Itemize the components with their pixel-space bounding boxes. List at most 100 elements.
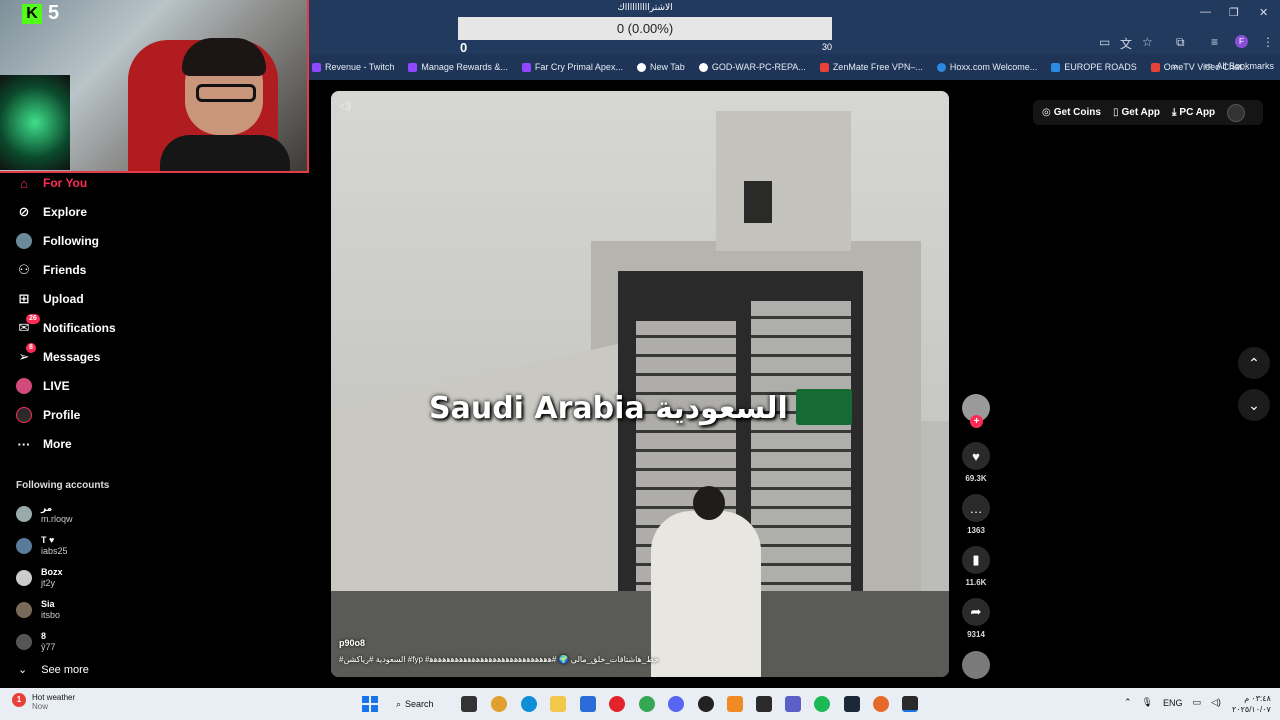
- cast-icon[interactable]: ▭: [1099, 35, 1110, 49]
- chrome-icon[interactable]: [639, 696, 655, 712]
- inbox-icon: ✉ 26: [16, 314, 40, 336]
- following-accounts-heading: Following accounts: [16, 480, 110, 491]
- get-coins-button[interactable]: ◎ Get Coins: [1042, 107, 1101, 118]
- like-count: 69.3K: [965, 474, 987, 483]
- chevron-down-icon: ⌄: [18, 664, 28, 676]
- like-button[interactable]: ♥ 69.3K: [962, 442, 990, 483]
- bookmark-item[interactable]: Far Cry Primal Apex...: [521, 62, 623, 72]
- app-icon[interactable]: [873, 696, 889, 712]
- sidebar-item-explore[interactable]: ⊘ Explore: [16, 204, 87, 220]
- bookmark-item[interactable]: New Tab: [636, 62, 685, 72]
- coin-icon: ◎: [1042, 107, 1051, 118]
- bookmark-item[interactable]: GOD-WAR-PC-REPA...: [698, 62, 806, 72]
- subscriber-goal-widget: الاشترااااااااااك 0 (0.00%) 0 30: [458, 0, 832, 56]
- video-overlay-caption: Saudi Arabia السعودية: [429, 391, 788, 426]
- epic-games-icon[interactable]: [756, 696, 772, 712]
- user-avatar[interactable]: [1227, 103, 1246, 122]
- sidebar-item-friends[interactable]: ⚇ Friends: [16, 262, 86, 278]
- chevron-up-icon[interactable]: ⌃: [1124, 697, 1132, 708]
- bookmark-item[interactable]: Manage Rewards &...: [408, 62, 508, 72]
- kick-logo: K: [22, 4, 42, 24]
- steam-icon[interactable]: [844, 696, 860, 712]
- app-icon[interactable]: [727, 696, 743, 712]
- teams-icon[interactable]: [785, 696, 801, 712]
- volume-icon[interactable]: ◁): [339, 99, 351, 112]
- following-account[interactable]: Bozx jt2y: [16, 567, 63, 589]
- spotify-icon[interactable]: [814, 696, 830, 712]
- taskbar-search[interactable]: ⌕ Search: [396, 694, 448, 714]
- volume-icon[interactable]: ◁): [1211, 697, 1221, 708]
- bookmark-item[interactable]: Revenue - Twitch: [312, 62, 394, 72]
- chevron-up-icon: ⌃: [1248, 354, 1260, 371]
- weather-widget[interactable]: 1 Hot weather Now: [12, 693, 75, 711]
- profile-icon[interactable]: F: [1235, 35, 1248, 48]
- header-actions: ◎ Get Coins ▯ Get App ⤓ PC App: [1033, 100, 1263, 125]
- following-account[interactable]: 8 ŷ77: [16, 631, 56, 653]
- hoxx-icon: [936, 62, 946, 72]
- microphone-icon[interactable]: 🎙: [1142, 697, 1153, 708]
- bookmark-item[interactable]: ZenMate Free VPN–...: [819, 62, 923, 72]
- video-person-head: [693, 486, 725, 520]
- sidebar-item-notifications[interactable]: ✉ 26 Notifications: [16, 314, 116, 336]
- video-author[interactable]: p90o8: [339, 638, 365, 648]
- store-icon[interactable]: [580, 696, 596, 712]
- goal-min: 0: [460, 40, 468, 55]
- avatar: [16, 570, 32, 586]
- see-more-button[interactable]: ⌄ See more: [18, 663, 89, 677]
- copilot-icon[interactable]: [491, 696, 507, 712]
- language-indicator[interactable]: ENG: [1163, 698, 1183, 708]
- heart-icon: ♥: [962, 442, 990, 470]
- music-disc-icon[interactable]: [962, 651, 990, 679]
- sidebar-item-for-you[interactable]: ⌂ For You: [16, 175, 87, 191]
- epic-games-icon[interactable]: [902, 696, 918, 712]
- reading-list-icon[interactable]: ≡: [1211, 35, 1218, 49]
- obs-icon[interactable]: [698, 696, 714, 712]
- previous-video-button[interactable]: ⌃: [1238, 347, 1270, 379]
- restore-icon[interactable]: ❐: [1229, 6, 1239, 19]
- save-button[interactable]: ▮ 11.6K: [962, 546, 990, 587]
- video-player[interactable]: Saudi Arabia السعودية ◁) p90o8 #السعودية…: [331, 91, 949, 677]
- windows-taskbar: 1 Hot weather Now ⌕ Search ⌃ 🎙 ENG ▭ ◁) ٠٣…: [0, 688, 1280, 720]
- sidebar-item-live[interactable]: LIVE: [16, 378, 70, 394]
- sidebar-item-following[interactable]: Following: [16, 233, 99, 249]
- file-explorer-icon[interactable]: [550, 696, 566, 712]
- system-clock[interactable]: ٠٣:٤٨ م ٢٠٢٥/١٠/٠٧: [1232, 693, 1271, 715]
- bookmark-item[interactable]: Hoxx.com Welcome...: [936, 62, 1037, 72]
- next-video-button[interactable]: ⌄: [1238, 389, 1270, 421]
- video-hashtags[interactable]: #السعودية #رياكشن #fyp #حط_هاشتاقات_خلق_…: [339, 655, 659, 664]
- bookmark-item[interactable]: EUROPE ROADS: [1051, 62, 1137, 72]
- following-account[interactable]: Sia itsbo: [16, 599, 60, 621]
- video-ground: [331, 591, 949, 677]
- network-icon[interactable]: ▭: [1193, 697, 1202, 708]
- sidebar-item-upload[interactable]: ⊞ Upload: [16, 291, 84, 307]
- share-button[interactable]: ➦ 9314: [962, 598, 990, 639]
- pc-app-button[interactable]: ⤓ PC App: [1172, 107, 1215, 118]
- saudi-flag-icon: [796, 389, 852, 425]
- twitch-icon: [408, 62, 418, 72]
- extensions-icon[interactable]: ⧉: [1176, 35, 1185, 50]
- opera-icon[interactable]: [609, 696, 625, 712]
- message-badge: 8: [26, 343, 36, 353]
- translate-icon[interactable]: 文: [1120, 35, 1132, 52]
- edge-icon[interactable]: [521, 696, 537, 712]
- follow-plus-icon[interactable]: +: [970, 415, 983, 428]
- discord-icon[interactable]: [668, 696, 684, 712]
- star-icon[interactable]: ☆: [1142, 35, 1153, 49]
- bookmarks-overflow-icon[interactable]: »: [1172, 61, 1178, 72]
- following-account[interactable]: T ♥ iabs25: [16, 535, 68, 557]
- windows-start-icon[interactable]: [362, 696, 378, 712]
- all-bookmarks-button[interactable]: ▭ All Bookmarks: [1204, 60, 1274, 71]
- following-account[interactable]: ﻣﺮ m.rloqw: [16, 503, 73, 525]
- sidebar-item-more[interactable]: ··· More: [16, 436, 72, 452]
- menu-kebab-icon[interactable]: ⋮: [1262, 35, 1274, 49]
- search-icon: ⌕: [396, 698, 402, 709]
- get-app-button[interactable]: ▯ Get App: [1113, 107, 1160, 118]
- task-view-icon[interactable]: [461, 696, 477, 712]
- share-count: 9314: [967, 630, 985, 639]
- close-icon[interactable]: ✕: [1259, 6, 1268, 19]
- sidebar-item-profile[interactable]: Profile: [16, 407, 80, 423]
- ometv-icon: [1150, 62, 1160, 72]
- minimize-icon[interactable]: —: [1200, 6, 1211, 18]
- sidebar-item-messages[interactable]: ➢ 8 Messages: [16, 343, 100, 365]
- comment-button[interactable]: … 1363: [962, 494, 990, 535]
